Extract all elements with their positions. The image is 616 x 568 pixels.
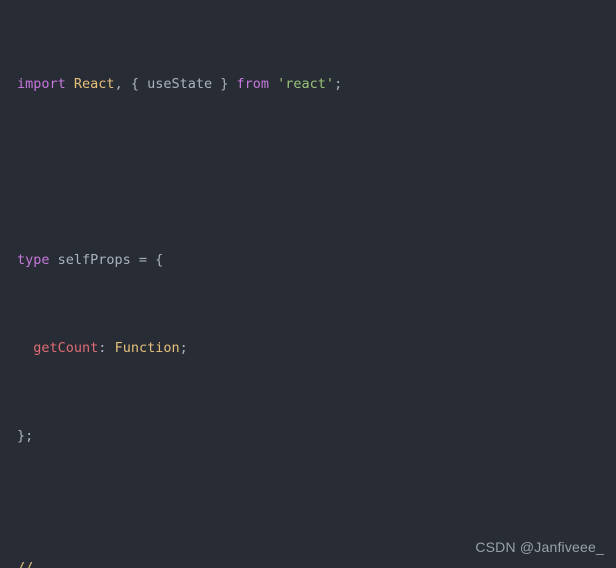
code-line-6-blank [17,513,616,535]
token-punct-brace: } [212,76,237,92]
token-keyword-type: type [17,252,50,268]
token-semicolon: ; [334,76,343,92]
token-close-brace: }; [17,428,34,444]
code-editor-viewport: import React, { useState } from 'react';… [0,0,616,568]
token-string-module: 'react' [277,76,335,92]
code-line-2-blank [17,161,616,183]
token-keyword-import: import [17,76,66,92]
token-property-getcount: getCount [33,340,99,356]
token-identifier-react: React [73,76,115,92]
token-type-function: Function [114,340,180,356]
token-keyword-from: from [236,76,270,92]
code-line-5: }; [17,425,616,447]
token-type-name: selfProps = { [49,252,164,268]
code-line-3: type selfProps = { [17,249,616,271]
code-content[interactable]: import React, { useState } from 'react';… [0,7,616,568]
token-colon: : [98,340,115,356]
token-semicolon: ; [179,340,188,356]
token-identifier-usestate: useState [147,76,213,92]
code-line-4: getCount: Function; [17,337,616,359]
token-punct: , { [114,76,148,92]
code-line-26-clipped: // [17,560,34,568]
code-line-1: import React, { useState } from 'react'; [17,73,616,95]
